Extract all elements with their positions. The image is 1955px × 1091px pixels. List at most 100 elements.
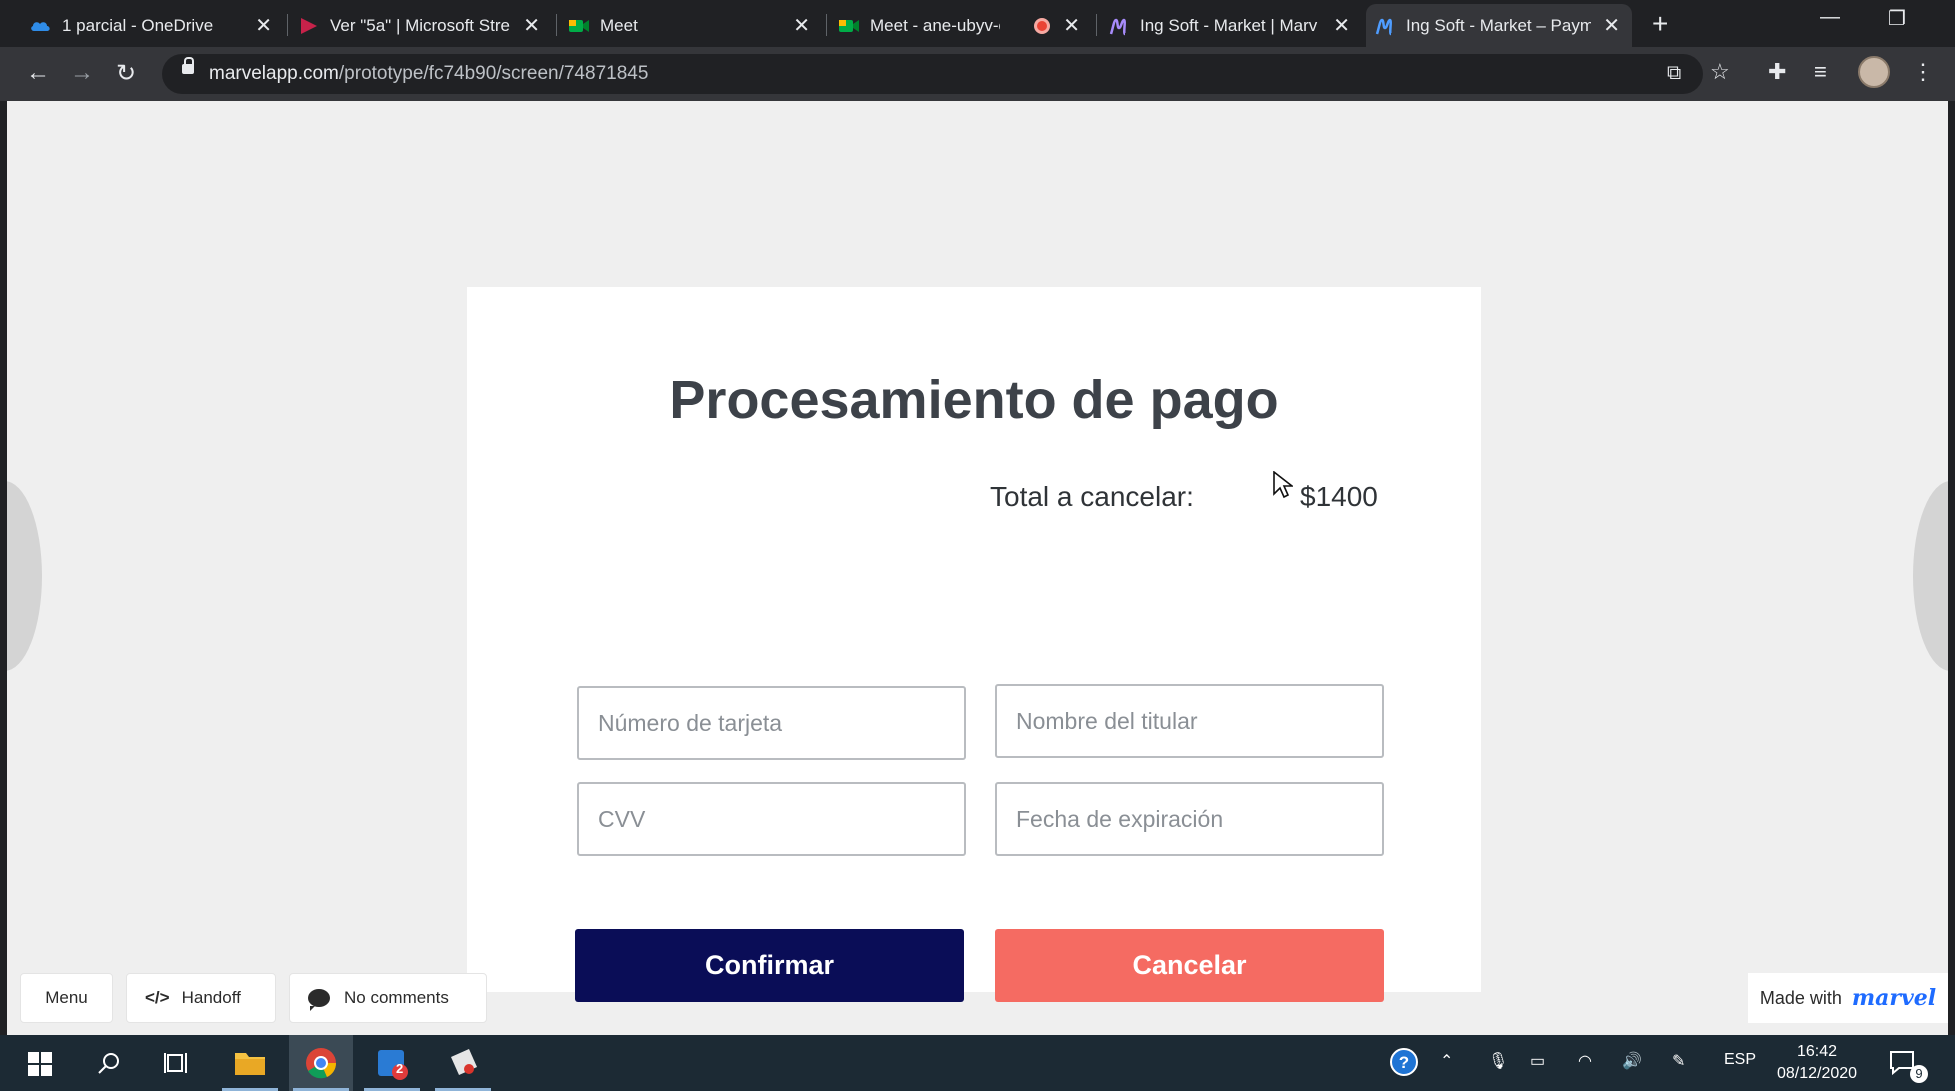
translate-icon[interactable]: ⧉ (1667, 62, 1681, 85)
page-title: Procesamiento de pago (669, 370, 1279, 430)
volume-icon[interactable]: 🔊 (1622, 1051, 1642, 1071)
bookmark-star-icon[interactable]: ☆ (1710, 59, 1730, 85)
close-icon[interactable]: ✕ (523, 13, 540, 38)
tab-title: Meet (600, 15, 638, 35)
close-icon[interactable]: ✕ (1063, 13, 1080, 38)
folder-icon (235, 1053, 265, 1075)
comments-label: No comments (344, 988, 449, 1007)
clock-time: 16:42 (1796, 1043, 1838, 1060)
menu-label: Menu (45, 988, 88, 1007)
comments-button[interactable]: No comments (289, 973, 487, 1023)
windows-taskbar: 2 ? ⌃ 🎙 ▭ ◠ 🔊 ✎ ESP 16:42 08/12/2020 9 (0, 1035, 1955, 1091)
stream-icon (301, 18, 317, 34)
wifi-icon[interactable]: ◠ (1578, 1051, 1592, 1071)
search-icon[interactable] (97, 1051, 121, 1075)
tab-title: Ver "5a" | Microsoft Stre (330, 15, 510, 35)
close-icon[interactable]: ✕ (1333, 13, 1350, 38)
onedrive-icon (31, 22, 50, 31)
cancel-button[interactable]: Cancelar (995, 929, 1384, 1002)
restore-icon[interactable]: ❐ (1888, 6, 1906, 31)
tab-divider (826, 14, 827, 36)
taskbar-snip-tool[interactable] (431, 1035, 495, 1091)
lock-icon (182, 57, 194, 74)
holder-name-input[interactable] (997, 686, 1382, 756)
new-tab-icon[interactable]: + (1652, 8, 1668, 40)
prev-screen-arrow[interactable] (7, 481, 42, 671)
clock-date: 08/12/2020 (1776, 1065, 1858, 1082)
made-with-marvel-badge[interactable]: Made with marvel (1748, 973, 1948, 1023)
tab-meet[interactable]: Meet ✕ (560, 4, 822, 47)
more-menu-icon[interactable]: ⋮ (1912, 59, 1934, 85)
marvel-icon (1109, 18, 1127, 36)
taskbar-outlook[interactable]: 2 (360, 1035, 424, 1091)
notification-count: 9 (1910, 1065, 1928, 1083)
forward-icon[interactable]: → (70, 59, 94, 87)
expiry-field[interactable] (995, 782, 1384, 856)
made-with-label: Made with (1759, 987, 1842, 1008)
close-icon[interactable]: ✕ (793, 13, 810, 38)
minimize-icon[interactable]: — (1820, 6, 1840, 29)
windows-start-icon[interactable] (28, 1052, 52, 1076)
tab-divider (556, 14, 557, 36)
mouse-cursor-icon (1273, 471, 1293, 499)
tab-marvel-payment[interactable]: Ing Soft - Market – Paym ✕ (1366, 4, 1632, 47)
url-text: marvelapp.com/prototype/fc74b90/screen/7… (209, 63, 649, 84)
battery-icon[interactable]: ▭ (1530, 1051, 1545, 1071)
comment-icon (308, 989, 330, 1011)
media-queue-icon[interactable]: ≡ (1814, 59, 1827, 85)
code-icon: </> (145, 988, 170, 1007)
meet-icon (569, 20, 589, 32)
browser-toolbar: ← → ↻ marvelapp.com/prototype/fc74b90/sc… (0, 47, 1955, 101)
holder-name-field[interactable] (995, 684, 1384, 758)
tab-meet-call[interactable]: Meet - ane-ubyv-c ✕ (830, 4, 1092, 47)
extensions-icon[interactable]: ✚ (1768, 59, 1786, 85)
taskbar-chrome[interactable] (289, 1035, 353, 1091)
svg-text:?: ? (1399, 1053, 1409, 1072)
close-icon[interactable]: ✕ (255, 13, 272, 38)
pen-icon[interactable]: ✎ (1672, 1051, 1685, 1071)
total-value: $1400 (1300, 481, 1378, 512)
microphone-icon[interactable]: 🎙 (1488, 1051, 1508, 1071)
tab-marvel[interactable]: Ing Soft - Market | Marv ✕ (1100, 4, 1362, 47)
tab-title: 1 parcial - OneDrive (62, 15, 214, 35)
next-screen-arrow[interactable] (1913, 481, 1948, 671)
chrome-icon (306, 1048, 337, 1079)
tab-title: Ing Soft - Market | Marv (1140, 15, 1318, 35)
cvv-input[interactable] (579, 784, 964, 854)
card-number-field[interactable] (577, 686, 966, 760)
chevron-up-icon[interactable]: ⌃ (1440, 1051, 1453, 1071)
language-indicator[interactable]: ESP (1724, 1051, 1756, 1069)
marvel-icon (1375, 18, 1393, 36)
tab-title: Meet - ane-ubyv-c (870, 15, 1000, 35)
profile-avatar[interactable] (1858, 56, 1890, 88)
total-label: Total a cancelar: (990, 481, 1194, 512)
handoff-button[interactable]: </> Handoff (126, 973, 276, 1023)
tab-title: Ing Soft - Market – Paym (1406, 15, 1591, 35)
task-view-icon[interactable] (164, 1051, 190, 1075)
address-bar[interactable]: marvelapp.com/prototype/fc74b90/screen/7… (162, 54, 1703, 94)
payment-card: Procesamiento de pago Total a cancelar: … (467, 287, 1481, 1002)
system-clock[interactable]: 16:42 08/12/2020 (1762, 1041, 1872, 1085)
tab-divider (287, 14, 288, 36)
meet-icon (839, 20, 859, 32)
back-icon[interactable]: ← (26, 59, 50, 87)
tab-onedrive[interactable]: 1 parcial - OneDrive ✕ (22, 4, 284, 47)
help-icon[interactable]: ? (1390, 1048, 1422, 1078)
tab-strip: 1 parcial - OneDrive ✕ Ver "5a" | Micros… (0, 0, 1955, 47)
cvv-field[interactable] (577, 782, 966, 856)
page-viewport: Procesamiento de pago Total a cancelar: … (7, 101, 1948, 1035)
taskbar-file-explorer[interactable] (218, 1035, 282, 1091)
handoff-label: Handoff (181, 988, 241, 1007)
recording-icon (1034, 18, 1050, 34)
confirm-button[interactable]: Confirmar (575, 929, 964, 1002)
expiry-input[interactable] (997, 784, 1382, 854)
close-icon[interactable]: ✕ (1603, 13, 1620, 38)
menu-button[interactable]: Menu (20, 973, 113, 1023)
tab-divider (1096, 14, 1097, 36)
tab-stream[interactable]: Ver "5a" | Microsoft Stre ✕ (290, 4, 552, 47)
mail-badge-count: 2 (396, 1061, 404, 1076)
snipping-tool-icon (451, 1049, 477, 1075)
mail-app-icon (378, 1050, 408, 1080)
card-number-input[interactable] (579, 688, 964, 758)
reload-icon[interactable]: ↻ (116, 59, 136, 88)
